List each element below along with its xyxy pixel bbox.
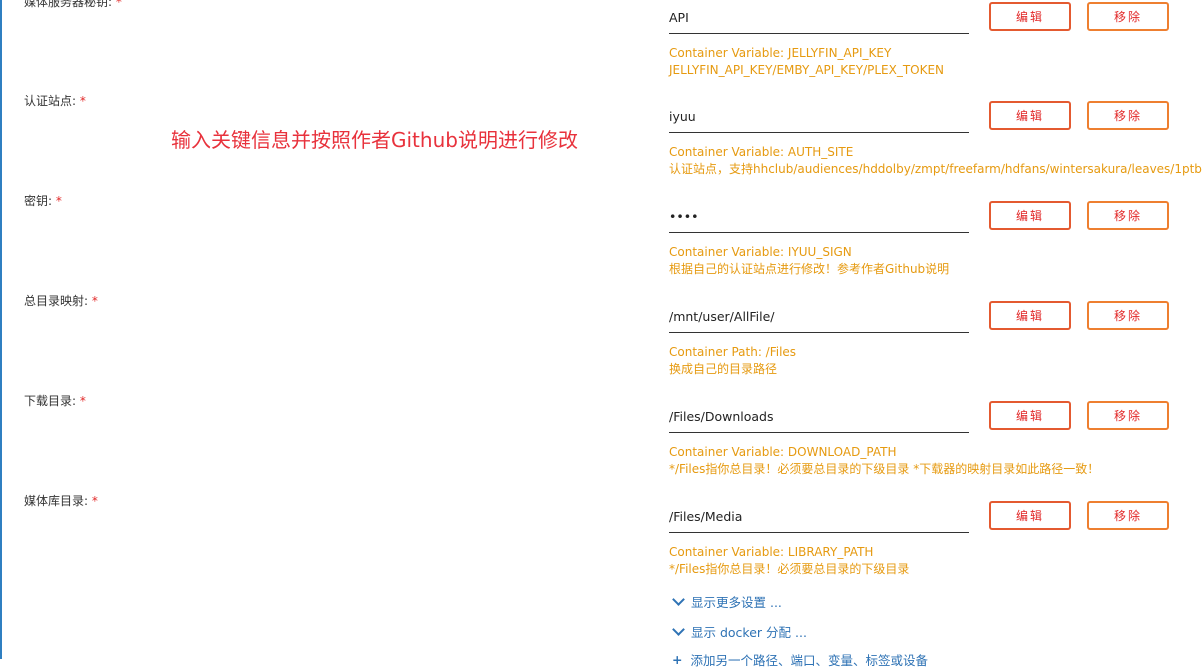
remove-button[interactable]: 移除 (1087, 401, 1169, 430)
show-more-settings-toggle[interactable]: 显示更多设置 ... (672, 592, 782, 611)
library-dir-input[interactable]: /Files/Media (669, 502, 969, 533)
edit-button[interactable]: 编辑 (989, 501, 1071, 530)
remove-button[interactable]: 移除 (1087, 501, 1169, 530)
edit-button[interactable]: 编辑 (989, 2, 1071, 31)
label-auth-site: 认证站点: * (24, 94, 86, 108)
add-item-link[interactable]: + 添加另一个路径、端口、变量、标签或设备 (672, 650, 928, 669)
variable-description: Container Variable: IYUU_SIGN 根据自己的认证站点进行… (669, 245, 950, 276)
remove-button[interactable]: 移除 (1087, 201, 1169, 230)
label-media-server-key: 媒体服务器秘钥: * (24, 0, 122, 9)
edit-button[interactable]: 编辑 (989, 301, 1071, 330)
root-dir-input[interactable]: /mnt/user/AllFile/ (669, 302, 969, 333)
plus-icon: + (672, 652, 683, 667)
edit-button[interactable]: 编辑 (989, 401, 1071, 430)
label-root-dir-mapping: 总目录映射: * (24, 294, 98, 308)
edit-button[interactable]: 编辑 (989, 201, 1071, 230)
label-download-dir: 下载目录: * (24, 394, 86, 408)
edit-button[interactable]: 编辑 (989, 101, 1071, 130)
variable-description: Container Variable: AUTH_SITE 认证站点，支持hhcl… (669, 145, 1202, 176)
remove-button[interactable]: 移除 (1087, 301, 1169, 330)
chevron-down-icon (672, 623, 685, 636)
chevron-down-icon (672, 593, 685, 606)
show-docker-allocation-toggle[interactable]: 显示 docker 分配 ... (672, 622, 807, 641)
download-dir-input[interactable]: /Files/Downloads (669, 402, 969, 433)
variable-description: Container Variable: DOWNLOAD_PATH */Files… (669, 445, 1100, 476)
secret-key-input[interactable]: •••• (669, 202, 969, 233)
label-secret-key: 密钥: * (24, 194, 62, 208)
remove-button[interactable]: 移除 (1087, 101, 1169, 130)
auth-site-input[interactable]: iyuu (669, 102, 969, 133)
variable-description: Container Variable: JELLYFIN_API_KEY JELL… (669, 46, 945, 77)
remove-button[interactable]: 移除 (1087, 2, 1169, 31)
variable-description: Container Variable: LIBRARY_PATH */Files指… (669, 545, 910, 576)
media-server-key-input[interactable]: API (669, 3, 969, 34)
label-library-dir: 媒体库目录: * (24, 494, 98, 508)
path-description: Container Path: /Files 换成自己的目录路径 (669, 345, 797, 376)
window-left-border (0, 0, 2, 659)
instruction-annotation: 输入关键信息并按照作者Github说明进行修改 (171, 128, 578, 152)
